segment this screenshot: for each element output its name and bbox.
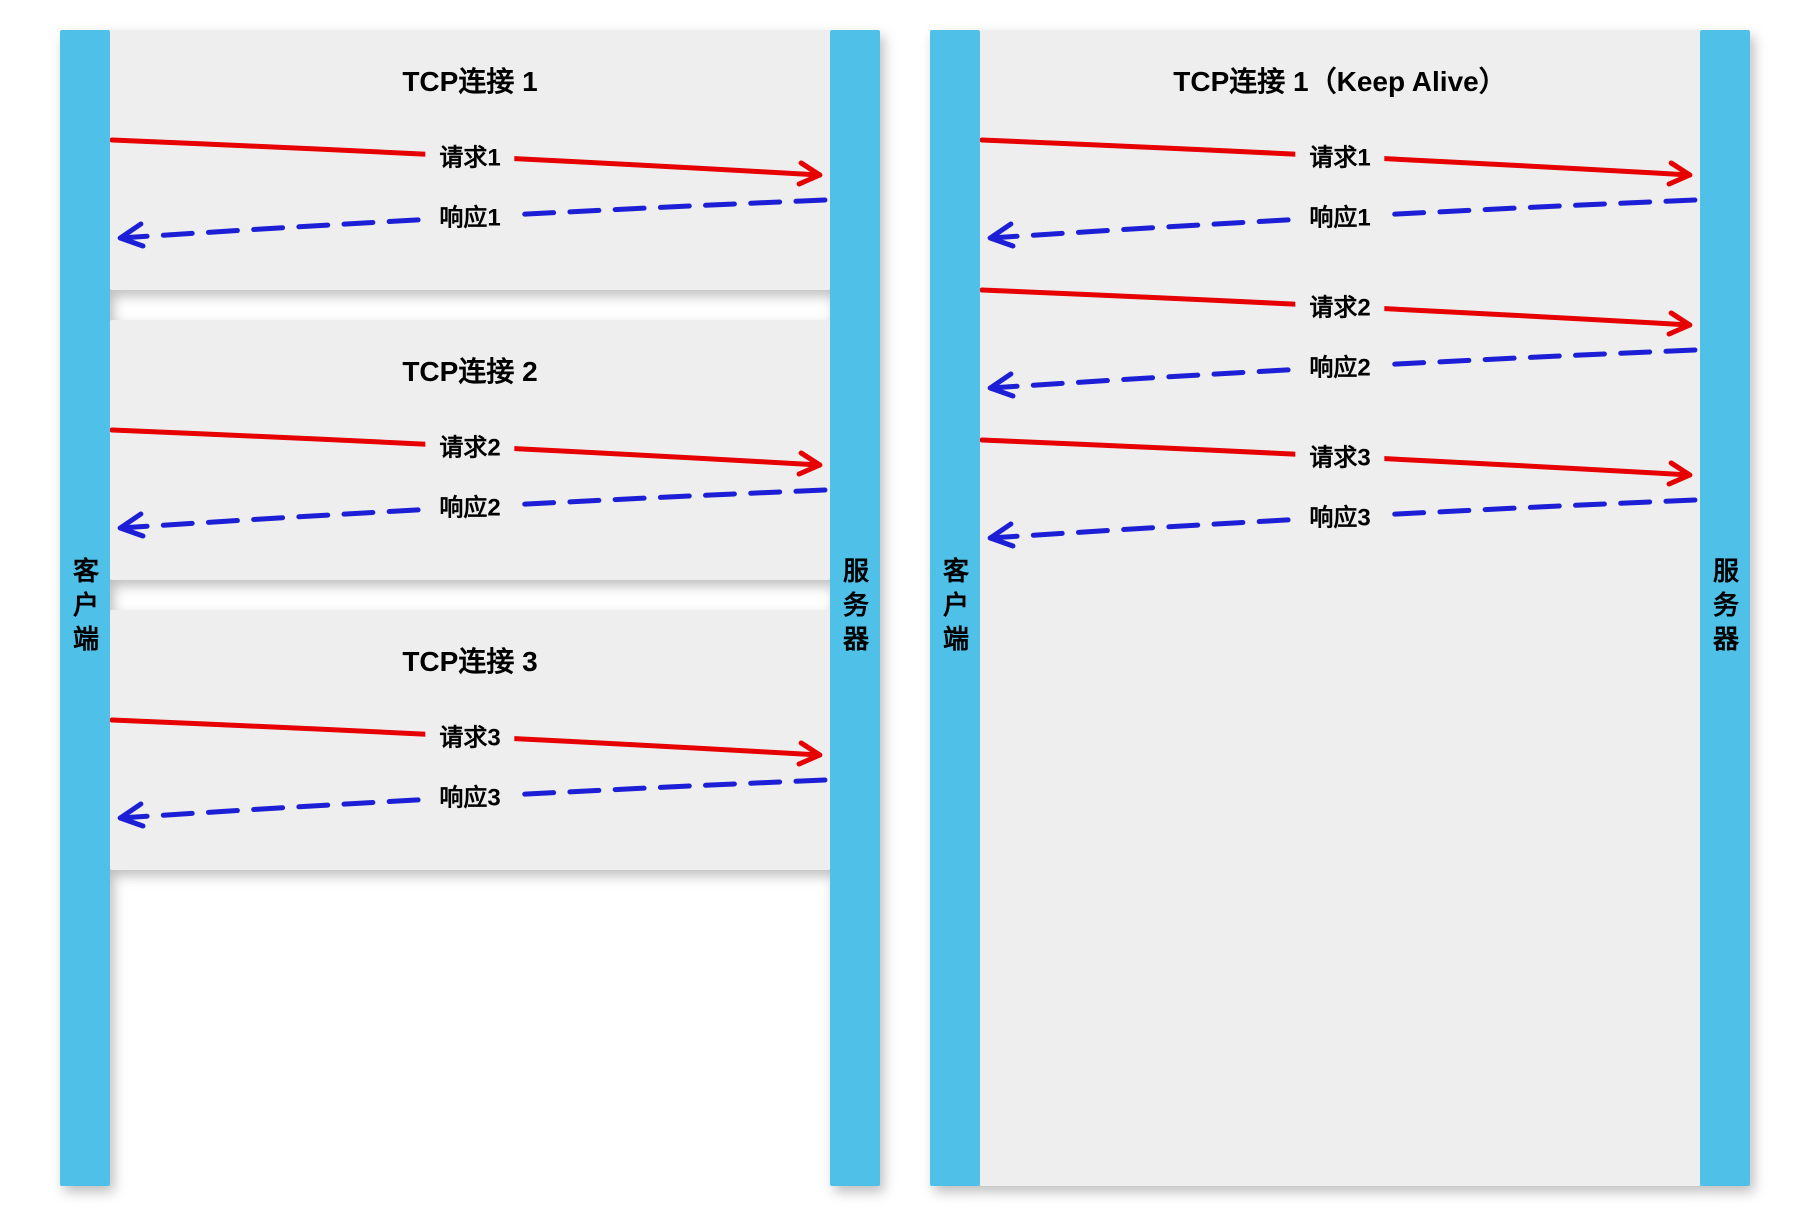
left-middle: TCP连接 1 请求1 响应1 TCP连接 2 bbox=[110, 30, 830, 1186]
keep-alive-box: TCP连接 1（Keep Alive） 请求1 响应1 bbox=[980, 30, 1700, 1186]
left-panel: 客户端 TCP连接 1 请求1 响应1 bbox=[60, 30, 880, 1186]
client-bar-right: 客户端 bbox=[930, 30, 980, 1186]
keep-alive-title: TCP连接 1（Keep Alive） bbox=[980, 60, 1700, 100]
ka-response-row-1: 响应1 bbox=[980, 190, 1700, 250]
client-label: 客户端 bbox=[67, 557, 104, 659]
conn-box-2: TCP连接 2 请求2 响应2 bbox=[110, 320, 830, 580]
request-row-2: 请求2 bbox=[110, 420, 830, 480]
ka-response-label-2: 响应2 bbox=[1295, 347, 1384, 382]
diagram-container: 客户端 TCP连接 1 请求1 响应1 bbox=[60, 30, 1750, 1186]
ka-response-label-3: 响应3 bbox=[1295, 497, 1384, 532]
response-label-3: 响应3 bbox=[425, 777, 514, 812]
conn-title-2: TCP连接 2 bbox=[110, 350, 830, 390]
client-label: 客户端 bbox=[937, 557, 974, 659]
ka-response-row-3: 响应3 bbox=[980, 490, 1700, 550]
response-row-3: 响应3 bbox=[110, 770, 830, 830]
client-bar-left: 客户端 bbox=[60, 30, 110, 1186]
ka-request-label-2: 请求2 bbox=[1295, 287, 1384, 322]
ka-request-label-3: 请求3 bbox=[1295, 437, 1384, 472]
conn-title-1: TCP连接 1 bbox=[110, 60, 830, 100]
ka-request-label-1: 请求1 bbox=[1295, 137, 1384, 172]
ka-response-label-1: 响应1 bbox=[1295, 197, 1384, 232]
conn-box-3: TCP连接 3 请求3 响应3 bbox=[110, 610, 830, 870]
server-bar-right: 服务器 bbox=[1700, 30, 1750, 1186]
ka-request-row-2: 请求2 bbox=[980, 280, 1700, 340]
server-bar-left: 服务器 bbox=[830, 30, 880, 1186]
request-label-2: 请求2 bbox=[425, 427, 514, 462]
response-label-2: 响应2 bbox=[425, 487, 514, 522]
server-label: 服务器 bbox=[1707, 557, 1744, 659]
response-row-2: 响应2 bbox=[110, 480, 830, 540]
request-row-3: 请求3 bbox=[110, 710, 830, 770]
request-label-3: 请求3 bbox=[425, 717, 514, 752]
request-label-1: 请求1 bbox=[425, 137, 514, 172]
request-row-1: 请求1 bbox=[110, 130, 830, 190]
ka-response-row-2: 响应2 bbox=[980, 340, 1700, 400]
ka-request-row-1: 请求1 bbox=[980, 130, 1700, 190]
response-row-1: 响应1 bbox=[110, 190, 830, 250]
right-panel: 客户端 TCP连接 1（Keep Alive） 请求1 响应1 bbox=[930, 30, 1750, 1186]
response-label-1: 响应1 bbox=[425, 197, 514, 232]
right-middle: TCP连接 1（Keep Alive） 请求1 响应1 bbox=[980, 30, 1700, 1186]
ka-request-row-3: 请求3 bbox=[980, 430, 1700, 490]
conn-box-1: TCP连接 1 请求1 响应1 bbox=[110, 30, 830, 290]
server-label: 服务器 bbox=[837, 557, 874, 659]
conn-title-3: TCP连接 3 bbox=[110, 640, 830, 680]
